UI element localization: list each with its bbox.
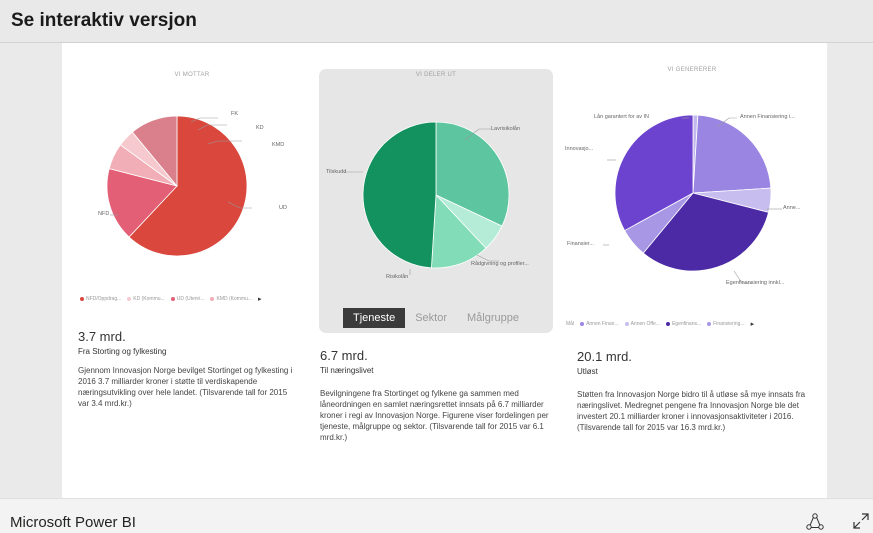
legend-next-arrow-icon[interactable]: ▸ — [258, 295, 262, 303]
share-icon[interactable] — [805, 512, 825, 532]
tab-sektor[interactable]: Sektor — [405, 308, 457, 328]
chart-title-left: VI MOTTAR — [174, 72, 210, 78]
amount-middle: 6.7 mrd. — [320, 348, 368, 363]
tab-tjeneste[interactable]: Tjeneste — [343, 308, 406, 328]
pie-chart-middle[interactable] — [319, 83, 553, 308]
subtitle-right: Utløst — [577, 367, 598, 376]
legend-right[interactable]: Mål Annen Finan... Annen Offe... Egenfin… — [566, 320, 754, 328]
legend-item[interactable]: KD (Kommu... — [127, 296, 165, 302]
tab-malgruppe[interactable]: Målgruppe — [457, 308, 529, 328]
legend-item[interactable]: Egenfinans... — [665, 321, 701, 327]
legend-next-arrow-icon[interactable]: ▸ — [751, 320, 755, 328]
label-egen: Egenfinansiering innkl... — [726, 280, 785, 286]
label-kd: KD — [256, 125, 264, 131]
subtitle-left: Fra Storting og fylkesting — [78, 347, 167, 356]
legend-item[interactable]: Finansiering... — [707, 321, 745, 327]
legend-item[interactable]: Annen Finan... — [580, 321, 619, 327]
pie-chart-right[interactable] — [567, 78, 827, 293]
description-middle: Bevilgningene fra Stortinget og fylkene … — [320, 389, 549, 442]
pie-slice-tilskudd[interactable] — [362, 121, 437, 269]
label-radgivning: Rådgivning og profiler... — [471, 261, 529, 267]
label-tilskudd: Tilskudd — [326, 169, 347, 175]
label-ud: UD — [279, 205, 287, 211]
legend-item[interactable]: KMD (Kommu... — [210, 296, 252, 302]
pie-chart-left[interactable] — [82, 83, 322, 293]
label-lavrisikolan: Lavrisikolån — [491, 126, 521, 132]
chart-title-middle: VI DELER UT — [415, 72, 457, 78]
label-risikolan: Risikolån — [386, 274, 409, 280]
legend-item[interactable]: UD (Utenri... — [170, 296, 204, 302]
expand-icon[interactable] — [852, 512, 870, 530]
description-right: Støtten fra Innovasjon Norge bidro til å… — [577, 390, 806, 432]
label-lan: Lån garantert for av IN — [594, 114, 650, 120]
pie-slice-annen[interactable] — [692, 114, 772, 194]
tab-bar: Tjeneste Sektor Målgruppe — [343, 308, 529, 328]
legend-title: Mål — [566, 321, 575, 327]
description-left: Gjennom Innovasjon Norge bevilget Storti… — [78, 366, 293, 408]
label-anne: Anne... — [783, 205, 801, 211]
label-finansier: Finansier... — [567, 241, 594, 247]
header-bar: Se interaktiv versjon — [0, 0, 873, 43]
label-fk: FK — [231, 111, 239, 117]
report-canvas: VI MOTTAR FK KD KMD UD NFD NFD/Oppdrag..… — [0, 43, 873, 498]
page-title[interactable]: Se interaktiv versjon — [11, 10, 197, 32]
label-annen: Annen Finansiering i... — [740, 114, 795, 120]
chart-title-right: VI GENERERER — [667, 67, 717, 73]
amount-right: 20.1 mrd. — [577, 349, 632, 364]
label-innovasjo: Innovasjo... — [565, 146, 594, 152]
report-page: VI MOTTAR FK KD KMD UD NFD NFD/Oppdrag..… — [62, 43, 827, 498]
subtitle-middle: Til næringslivet — [320, 366, 374, 375]
power-bi-link[interactable]: Microsoft Power BI — [10, 514, 136, 531]
legend-left[interactable]: NFD/Oppdrag... KD (Kommu... UD (Utenri..… — [80, 295, 262, 303]
footer-bar: Microsoft Power BI — [0, 498, 873, 533]
label-nfd: NFD — [98, 211, 110, 217]
label-kmd: KMD — [272, 142, 285, 148]
legend-item[interactable]: NFD/Oppdrag... — [80, 296, 121, 302]
amount-left: 3.7 mrd. — [78, 329, 126, 344]
legend-item[interactable]: Annen Offe... — [624, 321, 660, 327]
